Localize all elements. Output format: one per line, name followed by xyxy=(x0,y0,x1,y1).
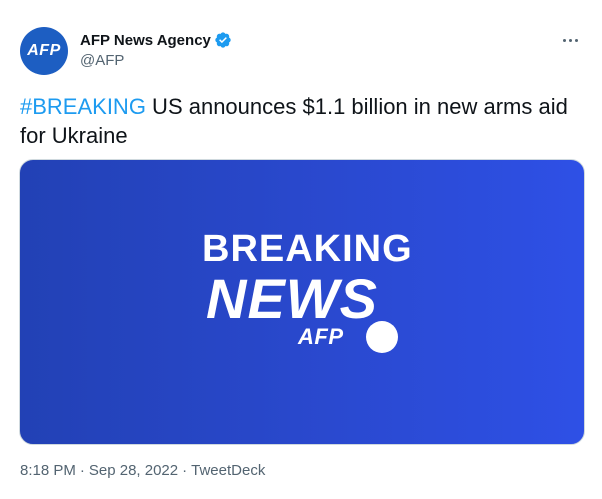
hashtag-link[interactable]: #BREAKING xyxy=(20,94,146,119)
tweet-time-link[interactable]: 8:18 PM xyxy=(20,462,76,479)
breaking-news-graphic: BREAKING NEWS AFP xyxy=(20,160,584,444)
afp-logo-text: AFP xyxy=(298,324,344,349)
breaking-text: BREAKING xyxy=(202,228,413,270)
avatar-logo-text: AFP xyxy=(27,42,61,59)
news-text: NEWS xyxy=(206,267,378,330)
author-handle[interactable]: @AFP xyxy=(80,52,124,69)
tweet-media-image[interactable]: BREAKING NEWS AFP xyxy=(19,159,585,445)
meta-separator: · xyxy=(79,462,85,479)
tweet-source-link[interactable]: TweetDeck xyxy=(191,462,265,479)
author-name-row: AFP News Agency xyxy=(80,31,232,49)
meta-separator-2: · xyxy=(182,462,188,479)
more-dots-icon[interactable] xyxy=(558,30,582,50)
avatar[interactable]: AFP xyxy=(20,27,68,75)
display-name[interactable]: AFP News Agency xyxy=(80,32,211,49)
verified-badge-icon xyxy=(214,31,232,49)
tweet-card: AFP AFP News Agency @AFP #BREAKING US an… xyxy=(0,0,602,499)
tweet-date-link[interactable]: Sep 28, 2022 xyxy=(89,462,178,479)
tweet-text: #BREAKING US announces $1.1 billion in n… xyxy=(20,92,585,150)
tweet-meta: 8:18 PM · Sep 28, 2022 · TweetDeck xyxy=(20,462,265,479)
afp-logo-dot xyxy=(366,321,398,353)
